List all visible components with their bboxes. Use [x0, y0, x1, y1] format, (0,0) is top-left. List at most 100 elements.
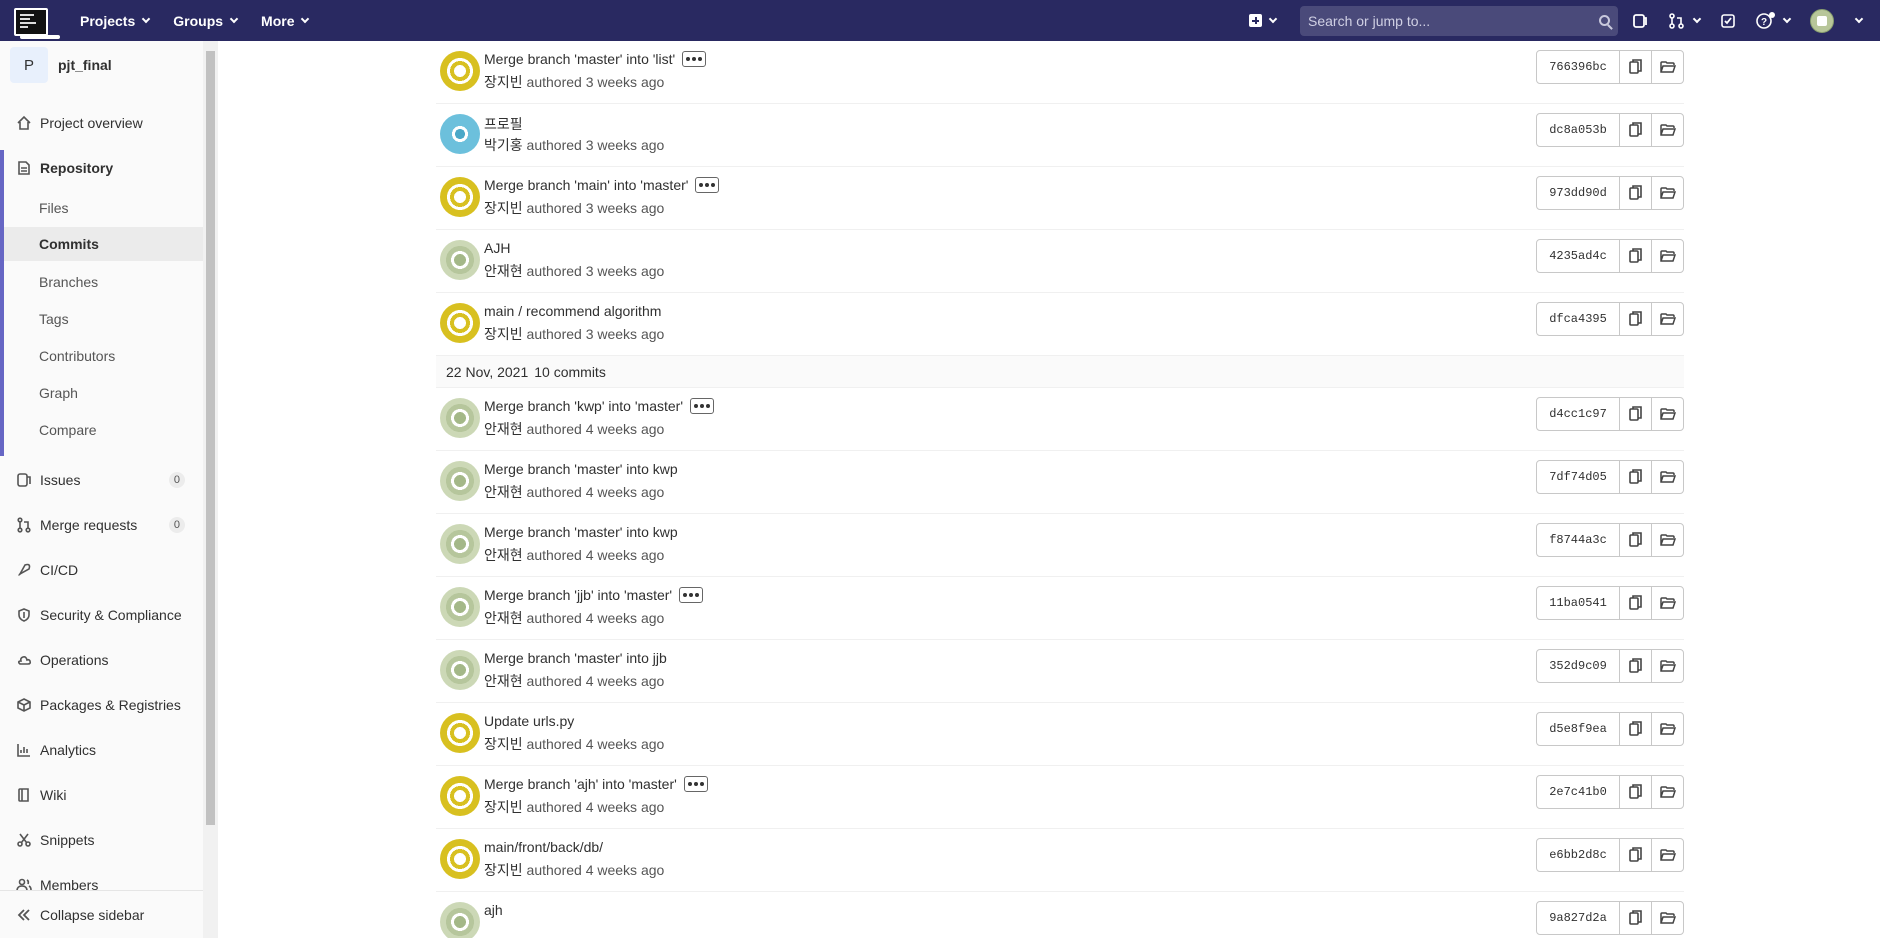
sidebar-item-tags[interactable]: Tags: [4, 302, 203, 336]
commit-author-name[interactable]: 장지빈: [484, 862, 523, 878]
author-avatar[interactable]: [440, 303, 480, 343]
browse-files-button[interactable]: [1652, 398, 1683, 430]
sidebar-item-wiki[interactable]: Wiki: [0, 779, 203, 811]
toggle-description-button[interactable]: [683, 776, 708, 792]
browse-files-button[interactable]: [1652, 776, 1683, 808]
commit-sha[interactable]: d4cc1c97: [1537, 398, 1620, 430]
copy-sha-button[interactable]: [1620, 776, 1652, 808]
projects-menu[interactable]: Projects: [80, 13, 151, 29]
commit-author-name[interactable]: 장지빈: [484, 736, 523, 752]
collapse-sidebar-button[interactable]: Collapse sidebar: [0, 890, 203, 938]
commit-title-link[interactable]: Merge branch 'kwp' into 'master': [484, 398, 714, 414]
merge-requests-nav-button[interactable]: [1668, 12, 1702, 29]
commit-author-name[interactable]: 장지빈: [484, 74, 523, 90]
commit-title-link[interactable]: Merge branch 'main' into 'master': [484, 177, 720, 193]
commit-author-name[interactable]: 장지빈: [484, 326, 523, 342]
author-avatar[interactable]: [440, 240, 480, 280]
commit-sha[interactable]: 9a827d2a: [1537, 902, 1620, 934]
commit-sha[interactable]: 973dd90d: [1537, 177, 1620, 209]
copy-sha-button[interactable]: [1620, 398, 1652, 430]
sidebar-item-files[interactable]: Files: [4, 191, 203, 225]
commit-title-link[interactable]: Merge branch 'master' into kwp: [484, 524, 678, 540]
commit-sha[interactable]: d5e8f9ea: [1537, 713, 1620, 745]
user-avatar[interactable]: [1810, 8, 1834, 33]
commit-title-link[interactable]: Merge branch 'ajh' into 'master': [484, 776, 708, 792]
copy-sha-button[interactable]: [1620, 240, 1652, 272]
browse-files-button[interactable]: [1652, 51, 1683, 83]
author-avatar[interactable]: [440, 524, 480, 564]
search-input[interactable]: [1308, 12, 1599, 29]
browse-files-button[interactable]: [1652, 839, 1683, 871]
author-avatar[interactable]: [440, 177, 480, 217]
browse-files-button[interactable]: [1652, 240, 1683, 272]
browse-files-button[interactable]: [1652, 177, 1683, 209]
commit-title-link[interactable]: main/front/back/db/: [484, 839, 603, 855]
commit-sha[interactable]: 11ba0541: [1537, 587, 1620, 619]
sidebar-item-contributors[interactable]: Contributors: [4, 339, 203, 373]
commit-author-name[interactable]: 장지빈: [484, 200, 523, 216]
commit-title-link[interactable]: ajh: [484, 902, 503, 918]
new-dropdown-button[interactable]: [1249, 14, 1278, 27]
author-avatar[interactable]: [440, 51, 480, 91]
commit-title-link[interactable]: Merge branch 'jjb' into 'master': [484, 587, 704, 603]
commit-sha[interactable]: 4235ad4c: [1537, 240, 1620, 272]
sidebar-item-ci-cd[interactable]: CI/CD: [0, 554, 203, 586]
copy-sha-button[interactable]: [1620, 902, 1652, 934]
commit-title-link[interactable]: Update urls.py: [484, 713, 574, 729]
sidebar-item-repository[interactable]: Repository: [0, 152, 203, 184]
commit-sha[interactable]: dc8a053b: [1537, 114, 1620, 146]
help-nav-button[interactable]: ?: [1756, 11, 1792, 30]
copy-sha-button[interactable]: [1620, 461, 1652, 493]
toggle-description-button[interactable]: [682, 51, 707, 67]
commit-title-link[interactable]: Merge branch 'master' into 'list': [484, 51, 707, 67]
sidebar-item-packages-registries[interactable]: Packages & Registries: [0, 689, 203, 721]
commit-title-link[interactable]: main / recommend algorithm: [484, 303, 661, 319]
copy-sha-button[interactable]: [1620, 524, 1652, 556]
commit-sha[interactable]: 7df74d05: [1537, 461, 1620, 493]
commit-author-name[interactable]: 안재현: [484, 610, 523, 626]
copy-sha-button[interactable]: [1620, 177, 1652, 209]
commit-author-name[interactable]: 안재현: [484, 547, 523, 563]
commit-title-link[interactable]: 프로필: [484, 114, 523, 134]
commit-sha[interactable]: 2e7c41b0: [1537, 776, 1620, 808]
commit-author-name[interactable]: 안재현: [484, 673, 523, 689]
chevron-down-icon[interactable]: [1854, 14, 1864, 23]
sidebar-item-compare[interactable]: Compare: [4, 413, 203, 447]
commit-sha[interactable]: 352d9c09: [1537, 650, 1620, 682]
sidebar-item-security-compliance[interactable]: Security & Compliance: [0, 599, 203, 631]
commit-author-name[interactable]: 장지빈: [484, 799, 523, 815]
commit-author-name[interactable]: 안재현: [484, 263, 523, 279]
copy-sha-button[interactable]: [1620, 713, 1652, 745]
sidebar-scrollbar-thumb[interactable]: [206, 51, 215, 825]
author-avatar[interactable]: [440, 461, 480, 501]
author-avatar[interactable]: [440, 114, 480, 154]
author-avatar[interactable]: [440, 713, 480, 753]
sidebar-item-operations[interactable]: Operations: [0, 644, 203, 676]
browse-files-button[interactable]: [1652, 650, 1683, 682]
project-header[interactable]: P pjt_final: [0, 41, 217, 89]
issues-nav-button[interactable]: [1632, 13, 1648, 29]
commit-sha[interactable]: e6bb2d8c: [1537, 839, 1620, 871]
author-avatar[interactable]: [440, 398, 480, 438]
gitlab-logo-icon[interactable]: [14, 5, 60, 39]
copy-sha-button[interactable]: [1620, 114, 1652, 146]
commit-sha[interactable]: 766396bc: [1537, 51, 1620, 83]
copy-sha-button[interactable]: [1620, 587, 1652, 619]
author-avatar[interactable]: [440, 650, 480, 690]
browse-files-button[interactable]: [1652, 461, 1683, 493]
browse-files-button[interactable]: [1652, 713, 1683, 745]
groups-menu[interactable]: Groups: [173, 13, 239, 29]
sidebar-item-snippets[interactable]: Snippets: [0, 824, 203, 856]
sidebar-item-project-overview[interactable]: Project overview: [0, 107, 203, 139]
browse-files-button[interactable]: [1652, 587, 1683, 619]
copy-sha-button[interactable]: [1620, 839, 1652, 871]
copy-sha-button[interactable]: [1620, 650, 1652, 682]
more-menu[interactable]: More: [261, 13, 310, 29]
author-avatar[interactable]: [440, 776, 480, 816]
sidebar-item-commits[interactable]: Commits: [4, 227, 203, 261]
toggle-description-button[interactable]: [690, 398, 714, 414]
browse-files-button[interactable]: [1652, 902, 1683, 934]
copy-sha-button[interactable]: [1620, 51, 1652, 83]
sidebar-item-merge-requests[interactable]: Merge requests 0: [0, 509, 203, 541]
commit-title-link[interactable]: AJH: [484, 240, 510, 256]
